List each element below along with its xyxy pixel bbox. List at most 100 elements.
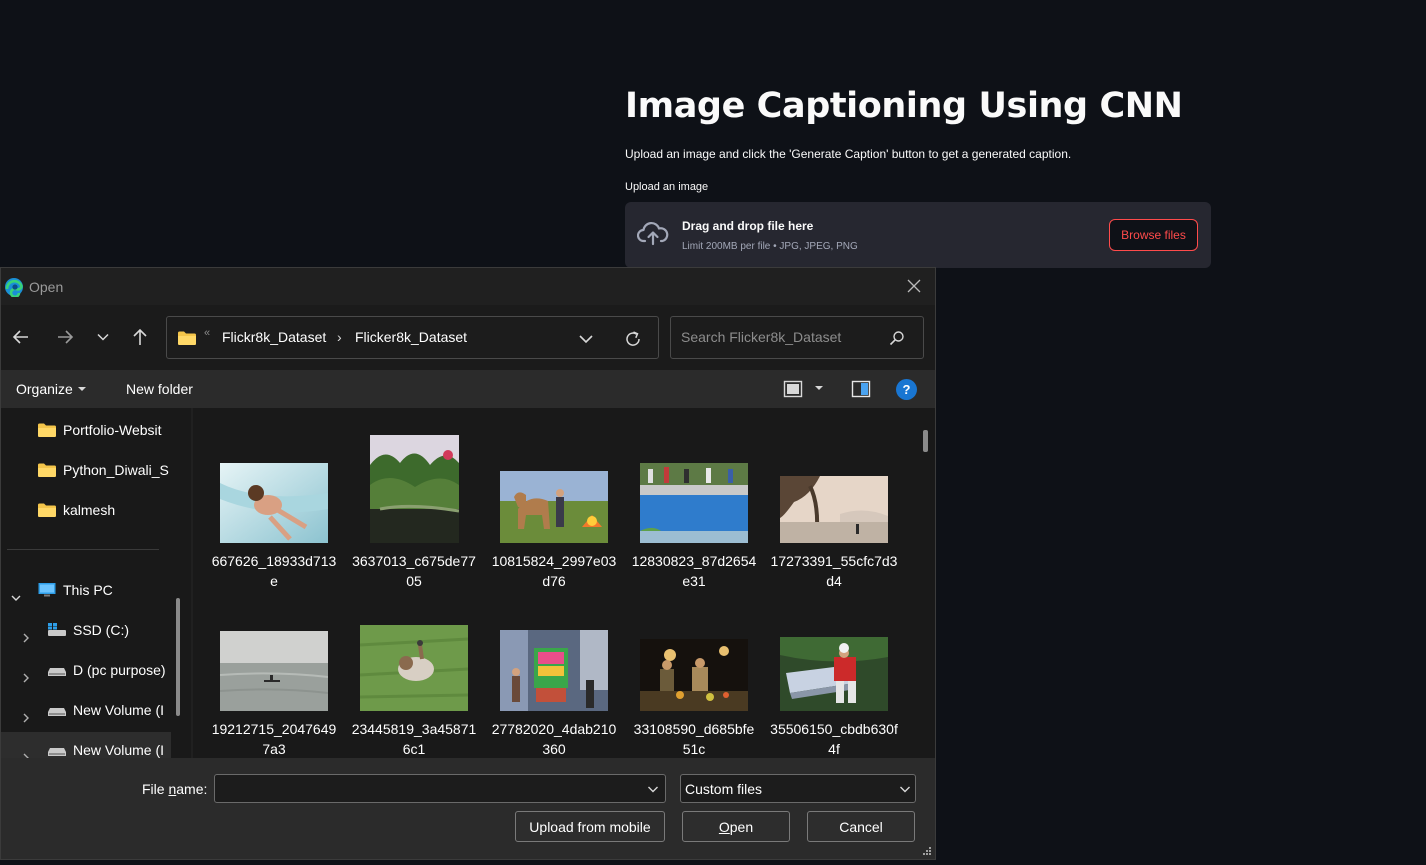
address-bar[interactable]: « Flickr8k_Dataset › Flicker8k_Dataset	[166, 316, 659, 359]
upload-from-mobile-button[interactable]: Upload from mobile	[515, 811, 665, 842]
recent-locations-button[interactable]	[91, 325, 115, 349]
file-name: 35506150_cbdb630f4f	[770, 721, 898, 757]
edge-browser-icon	[5, 278, 23, 297]
file-tile[interactable]: 10815824_2997e03d76	[484, 415, 624, 591]
sidebar-item-label: kalmesh	[63, 502, 116, 518]
sidebar-item-label: SSD (C:)	[73, 622, 129, 638]
file-name: 19212715_20476497a3	[211, 721, 337, 757]
upload-label: Upload an image	[625, 181, 709, 193]
file-type-select[interactable]: Custom files	[680, 774, 916, 803]
arrow-left-icon	[12, 330, 28, 344]
image-thumbnail	[220, 631, 328, 711]
image-thumbnail	[780, 476, 888, 543]
chevron-right-icon[interactable]	[20, 712, 32, 724]
breadcrumb-segment[interactable]: Flickr8k_Dataset	[222, 329, 326, 345]
image-thumbnail	[640, 639, 748, 711]
sidebar-item-kalmesh[interactable]: kalmesh	[37, 495, 115, 525]
file-list-scrollbar[interactable]	[923, 430, 928, 452]
chevron-down-icon	[900, 786, 910, 793]
file-name-label: File name:	[142, 781, 207, 797]
image-thumbnail	[640, 463, 748, 543]
chevron-down-icon[interactable]	[647, 784, 659, 794]
file-tile[interactable]: 19212715_20476497a3	[204, 583, 344, 758]
search-box[interactable]: Search Flicker8k_Dataset	[670, 316, 924, 359]
chevron-down-icon[interactable]	[10, 592, 22, 604]
file-list: 667626_18933d713e 3637013_c675de7705 108…	[193, 408, 935, 758]
organize-menu[interactable]: Organize	[16, 381, 87, 397]
breadcrumb-separator[interactable]: ›	[337, 329, 342, 345]
change-view-icon[interactable]	[783, 379, 803, 399]
file-tile[interactable]: 35506150_cbdb630f4f	[764, 583, 904, 758]
file-dropzone[interactable]: Drag and drop file here Limit 200MB per …	[625, 202, 1211, 268]
open-label-part: pen	[729, 818, 754, 835]
file-name-input[interactable]	[214, 774, 666, 803]
sidebar-divider	[7, 549, 159, 550]
file-name: 23445819_3a458716c1	[351, 721, 477, 757]
sidebar-item-this-pc[interactable]: This PC	[37, 575, 113, 605]
drive-icon	[48, 668, 66, 676]
folder-icon	[38, 503, 56, 517]
file-tile[interactable]: 667626_18933d713e	[204, 415, 344, 591]
chevron-right-icon[interactable]	[20, 672, 32, 684]
sidebar-item-label: Python_Diwali_S	[63, 462, 169, 478]
caret-down-icon[interactable]	[814, 384, 824, 392]
dialog-footer: File name: Custom files Upload from mobi…	[1, 758, 935, 859]
image-thumbnail	[369, 435, 459, 543]
file-tile[interactable]: 3637013_c675de7705	[344, 415, 484, 591]
navigation-pane: Portfolio-Websit Python_Diwali_S kalmesh…	[1, 408, 191, 758]
breadcrumb-segment[interactable]: Flicker8k_Dataset	[355, 329, 467, 345]
browse-files-button[interactable]: Browse files	[1109, 219, 1198, 251]
file-name-label-part: File	[142, 781, 169, 797]
page-title: Image Captioning Using CNN	[625, 86, 1183, 126]
file-name-label-part: ame:	[176, 781, 208, 797]
caret-down-icon	[77, 387, 86, 391]
new-folder-button[interactable]: New folder	[126, 381, 193, 397]
close-icon[interactable]	[906, 278, 922, 294]
sidebar-item-label: New Volume (I	[73, 702, 165, 718]
dialog-title: Open	[29, 279, 64, 295]
forward-button[interactable]	[53, 325, 77, 349]
sidebar-item-portfolio-website[interactable]: Portfolio-Websit	[37, 415, 162, 445]
up-button[interactable]	[128, 325, 152, 349]
sidebar-item-label: New Volume (I	[73, 742, 165, 758]
sidebar-scrollbar[interactable]	[176, 598, 180, 716]
cancel-button[interactable]: Cancel	[807, 811, 915, 842]
folder-icon	[38, 463, 56, 477]
file-tile[interactable]: 12830823_87d2654e31	[624, 415, 764, 591]
arrow-right-icon	[58, 330, 74, 344]
sidebar-item-ssd-c[interactable]: SSD (C:)	[47, 615, 129, 645]
sidebar-item-label: D (pc purpose)	[73, 662, 166, 678]
sidebar-item-drive-d[interactable]: D (pc purpose)	[47, 655, 166, 685]
dropzone-title: Drag and drop file here	[682, 219, 814, 233]
refresh-icon[interactable]	[623, 329, 643, 349]
chevron-down-icon[interactable]	[577, 330, 595, 348]
open-button[interactable]: Open	[682, 811, 790, 842]
dialog-titlebar[interactable]: Open	[1, 268, 935, 305]
sidebar-item-new-volume[interactable]: New Volume (I	[47, 695, 164, 725]
help-icon[interactable]: ?	[896, 379, 917, 400]
file-tile[interactable]: 27782020_4dab210360	[484, 583, 624, 758]
chevron-right-icon[interactable]	[20, 632, 32, 644]
arrow-up-icon	[133, 328, 147, 345]
back-button[interactable]	[9, 325, 33, 349]
image-thumbnail	[220, 463, 328, 543]
image-thumbnail	[360, 625, 468, 711]
open-file-dialog: Open « Flickr8k_Dataset › Flicker8k_Data…	[0, 267, 936, 860]
sidebar-item-new-volume[interactable]: New Volume (I	[47, 735, 164, 758]
address-overflow[interactable]: «	[204, 327, 210, 339]
computer-icon	[38, 583, 56, 597]
file-tile[interactable]: 17273391_55cfc7d3d4	[764, 415, 904, 591]
open-label-accesskey: O	[718, 818, 730, 835]
sidebar-item-python-diwali[interactable]: Python_Diwali_S	[37, 455, 169, 485]
drive-icon	[48, 708, 66, 716]
organize-label: Organize	[16, 381, 73, 397]
file-tile[interactable]: 23445819_3a458716c1	[344, 583, 484, 758]
command-bar: Organize New folder ?	[1, 370, 935, 408]
file-tile[interactable]: 33108590_d685bfe51c	[624, 583, 764, 758]
file-name: 27782020_4dab210360	[491, 721, 617, 757]
preview-pane-icon[interactable]	[851, 379, 871, 399]
search-icon	[889, 331, 904, 346]
file-name: 33108590_d685bfe51c	[633, 721, 755, 757]
resize-grip-icon[interactable]	[922, 846, 932, 856]
search-placeholder: Search Flicker8k_Dataset	[681, 329, 842, 345]
